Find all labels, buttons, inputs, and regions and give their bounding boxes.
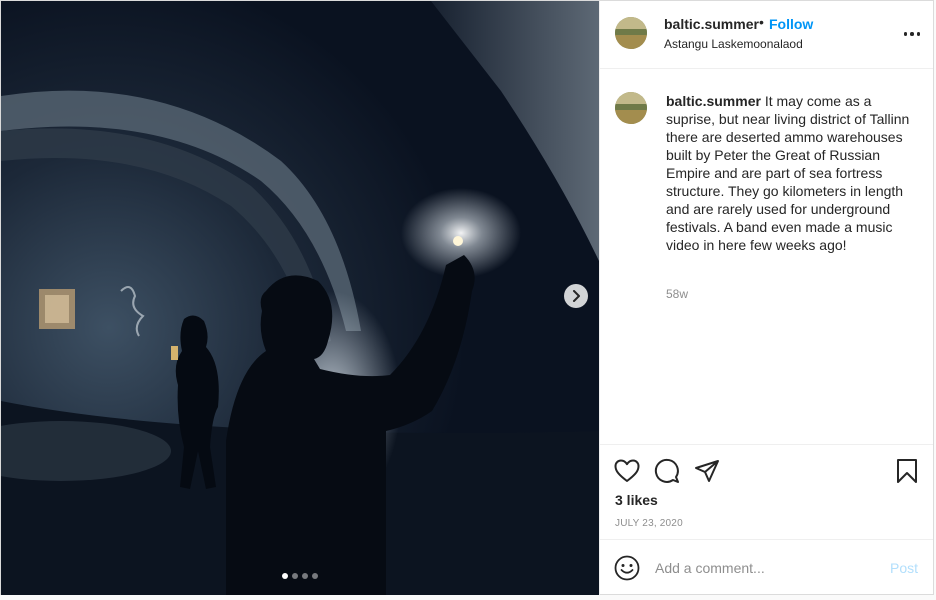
comment-input[interactable] <box>655 556 875 580</box>
more-horizontal-icon <box>916 32 921 36</box>
share-icon <box>695 460 719 482</box>
more-horizontal-icon <box>903 32 908 36</box>
post-header: baltic.summer • Follow Astangu Laskemoon… <box>600 1 933 69</box>
header-separator: • <box>759 14 764 30</box>
carousel-dot <box>312 573 318 579</box>
post-actions: 3 likes JULY 23, 2020 <box>600 444 933 540</box>
post-caption: baltic.summer It may come as a suprise, … <box>666 92 912 254</box>
carousel-indicator <box>1 573 599 579</box>
next-slide-button[interactable] <box>564 284 588 308</box>
likes-count[interactable]: 3 likes <box>615 492 658 508</box>
tunnel-photo <box>1 1 599 595</box>
save-button[interactable] <box>893 457 921 485</box>
more-options-button[interactable] <box>900 25 924 43</box>
location-link[interactable]: Astangu Laskemoonalaod <box>664 37 803 51</box>
chevron-right-icon <box>573 290 580 302</box>
carousel-dot <box>292 573 298 579</box>
comment-icon <box>654 458 679 483</box>
bookmark-icon <box>897 459 917 483</box>
heart-icon <box>614 459 640 482</box>
avatar[interactable] <box>615 17 647 49</box>
share-button[interactable] <box>693 457 721 485</box>
carousel-dot <box>282 573 288 579</box>
caption-username[interactable]: baltic.summer <box>666 93 761 109</box>
post-comment-button[interactable]: Post <box>890 560 918 576</box>
like-button[interactable] <box>613 457 641 485</box>
comment-bar: Post <box>600 539 933 595</box>
post-date[interactable]: JULY 23, 2020 <box>615 518 683 529</box>
header-username[interactable]: baltic.summer <box>664 16 759 32</box>
caption-timestamp[interactable]: 58w <box>666 287 688 301</box>
carousel-dot <box>302 573 308 579</box>
caption-text: It may come as a suprise, but near livin… <box>666 93 910 253</box>
post-sidebar: baltic.summer • Follow Astangu Laskemoon… <box>599 1 933 595</box>
more-horizontal-icon <box>910 32 914 36</box>
emoji-button[interactable] <box>614 555 640 581</box>
avatar[interactable] <box>615 92 647 124</box>
comment-button[interactable] <box>653 457 681 485</box>
emoji-icon <box>614 555 640 581</box>
post-media[interactable] <box>1 1 599 595</box>
follow-button[interactable]: Follow <box>769 16 813 32</box>
post-dialog: baltic.summer • Follow Astangu Laskemoon… <box>0 0 934 595</box>
